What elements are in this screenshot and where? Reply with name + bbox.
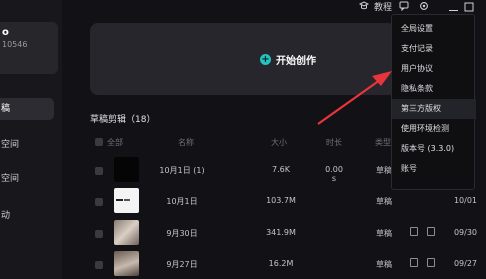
sidebar-item-space-1[interactable]: 空间 <box>0 134 54 156</box>
menu-item-label: 全局设置 <box>401 24 433 33</box>
column-duration[interactable]: 时长 <box>326 137 342 148</box>
draft-thumbnail <box>114 157 139 182</box>
sidebar: o 10546 稿 空间 空间 动 <box>0 0 62 279</box>
create-card[interactable]: + 开始创作 <box>90 23 396 95</box>
select-all-checkbox[interactable] <box>95 138 103 146</box>
sidebar-item-label: 空间 <box>1 174 20 184</box>
table-row[interactable]: 10月1日 103.7M 草稿 10/01 <box>90 188 486 216</box>
row-actions <box>410 227 435 236</box>
drafts-title: 草稿剪辑（18） <box>90 115 156 125</box>
draft-type: 草稿 <box>376 229 392 238</box>
menu-item-version[interactable]: 版本号 (3.3.0) <box>392 139 476 159</box>
draft-size: 103.7M <box>266 196 296 205</box>
maximize-button[interactable] <box>464 1 474 13</box>
draft-date: 09/30 <box>453 228 477 237</box>
settings-menu: 全局设置 支付记录 用户协议 隐私条款 第三方版权 使用环境检测 版本号 (3.… <box>391 14 476 190</box>
draft-date: 10/01 <box>453 196 477 205</box>
settings-button[interactable] <box>419 0 429 12</box>
sidebar-item-label: 空间 <box>1 140 20 150</box>
menu-item-label: 版本号 (3.3.0) <box>401 144 455 153</box>
sidebar-item-space-2[interactable]: 空间 <box>0 168 54 190</box>
column-size[interactable]: 大小 <box>271 137 287 148</box>
sidebar-item-drafts[interactable]: 稿 <box>0 98 54 120</box>
start-create-label: 开始创作 <box>276 56 316 67</box>
draft-thumbnail <box>114 251 139 276</box>
minimize-icon <box>449 10 458 12</box>
draft-date: 09/27 <box>453 259 477 268</box>
menu-item-user-agreement[interactable]: 用户协议 <box>392 59 476 79</box>
edit-icon[interactable] <box>410 258 418 267</box>
sidebar-item-activity[interactable]: 动 <box>0 205 54 227</box>
draft-type: 草稿 <box>376 197 392 206</box>
user-id: 10546 <box>2 40 28 49</box>
menu-item-environment-check[interactable]: 使用环境检测 <box>392 119 476 139</box>
menu-item-privacy[interactable]: 隐私条款 <box>392 79 476 99</box>
draft-thumbnail <box>114 188 139 213</box>
draft-thumbnail <box>114 220 139 245</box>
menu-item-label: 用户协议 <box>401 64 433 73</box>
comment-button[interactable] <box>399 0 409 12</box>
menu-item-label: 使用环境检测 <box>401 124 449 133</box>
draft-name: 9月30日 <box>166 229 198 238</box>
plus-icon: + <box>260 54 271 65</box>
menu-item-label: 第三方版权 <box>401 104 441 113</box>
menu-item-global-settings[interactable]: 全局设置 <box>392 19 476 39</box>
menu-item-label: 隐私条款 <box>401 84 433 93</box>
draft-name: 10月1日 (1) <box>159 166 205 175</box>
row-actions <box>410 258 435 267</box>
menu-item-payment-records[interactable]: 支付记录 <box>392 39 476 59</box>
delete-icon[interactable] <box>427 258 435 267</box>
sidebar-item-label: 稿 <box>1 104 11 114</box>
column-name[interactable]: 名称 <box>178 137 194 148</box>
table-row[interactable]: 9月30日 341.9M 草稿 09/30 <box>90 220 486 248</box>
menu-item-label: 账号 <box>401 164 417 173</box>
menu-item-account[interactable]: 账号 <box>392 159 476 179</box>
draft-name: 9月27日 <box>166 260 198 269</box>
draft-size: 16.2M <box>268 259 294 268</box>
row-checkbox[interactable] <box>95 198 103 206</box>
row-checkbox[interactable] <box>95 230 103 238</box>
tutorial-button[interactable]: 教程 <box>359 0 393 13</box>
delete-icon[interactable] <box>427 227 435 236</box>
edit-icon[interactable] <box>410 227 418 236</box>
column-type[interactable]: 类型 <box>375 137 391 148</box>
row-checkbox[interactable] <box>95 167 103 175</box>
draft-size: 7.6K <box>272 165 290 174</box>
draft-name: 10月1日 <box>166 197 198 206</box>
tutorial-label: 教程 <box>374 2 393 13</box>
user-name: o <box>2 27 9 38</box>
tutorial-icon <box>359 1 369 11</box>
draft-duration: 0.00 s <box>325 165 343 183</box>
row-checkbox[interactable] <box>95 261 103 269</box>
gear-icon <box>419 1 429 11</box>
table-row[interactable]: 9月27日 16.2M 草稿 09/27 <box>90 251 486 279</box>
sidebar-item-label: 动 <box>1 211 11 221</box>
user-card[interactable]: o 10546 <box>0 22 58 74</box>
draft-size: 341.9M <box>266 228 296 237</box>
menu-item-third-party-copyright[interactable]: 第三方版权 <box>392 99 476 119</box>
menu-item-label: 支付记录 <box>401 44 433 53</box>
column-all[interactable]: 全部 <box>107 137 123 148</box>
comment-icon <box>399 1 409 11</box>
start-create-button[interactable]: + 开始创作 <box>260 52 316 67</box>
draft-type: 草稿 <box>376 260 392 269</box>
maximize-icon <box>464 2 474 12</box>
